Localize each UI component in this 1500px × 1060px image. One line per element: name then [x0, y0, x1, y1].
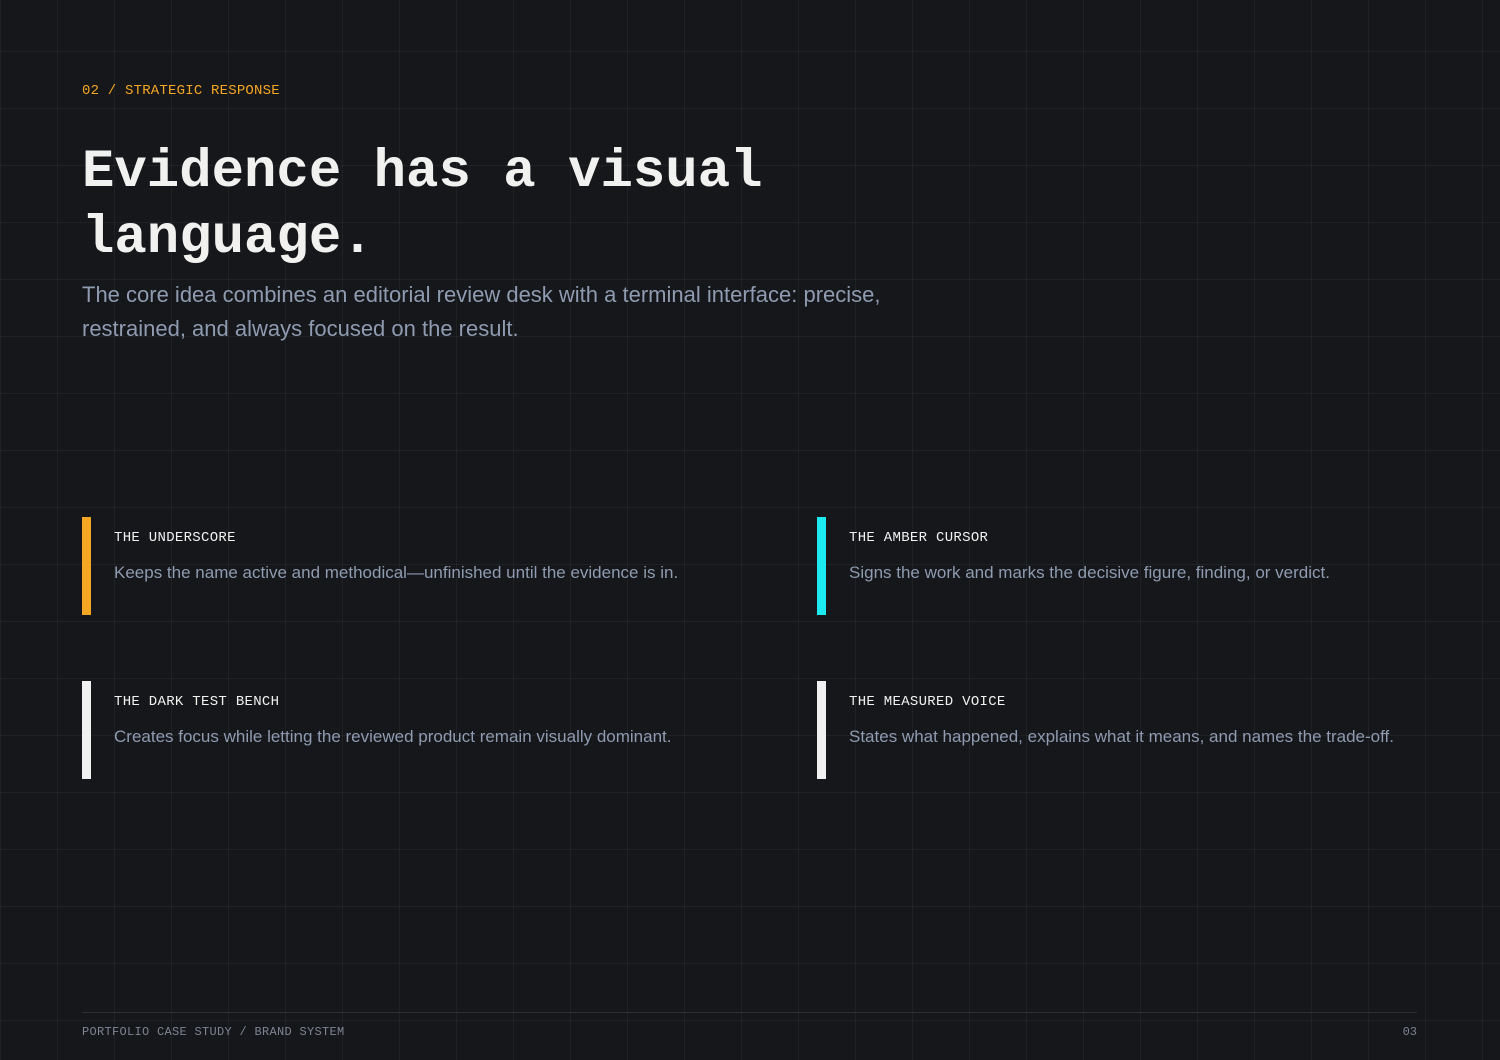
principle-description: Keeps the name active and methodical—unf…	[114, 563, 679, 582]
page-number: 03	[1402, 1025, 1417, 1039]
principle-title: THE AMBER CURSOR	[849, 530, 989, 546]
principle-description: Signs the work and marks the decisive fi…	[849, 563, 1330, 582]
footer-label: PORTFOLIO CASE STUDY / BRAND SYSTEM	[82, 1025, 345, 1039]
principle-description: States what happened, explains what it m…	[849, 727, 1394, 746]
section-eyebrow: 02 / STRATEGIC RESPONSE	[82, 83, 280, 99]
principle-title: THE UNDERSCORE	[114, 530, 236, 546]
footer-divider	[82, 1012, 1417, 1013]
principle-title: THE MEASURED VOICE	[849, 694, 1006, 710]
accent-bar	[817, 681, 826, 779]
accent-bar	[82, 681, 91, 779]
page-title: Evidence has a visual language.	[82, 142, 763, 269]
accent-bar	[817, 517, 826, 615]
accent-bar	[82, 517, 91, 615]
principle-title: THE DARK TEST BENCH	[114, 694, 280, 710]
page-subtitle: The core idea combines an editorial revi…	[82, 282, 881, 341]
principle-description: Creates focus while letting the reviewed…	[114, 727, 672, 746]
